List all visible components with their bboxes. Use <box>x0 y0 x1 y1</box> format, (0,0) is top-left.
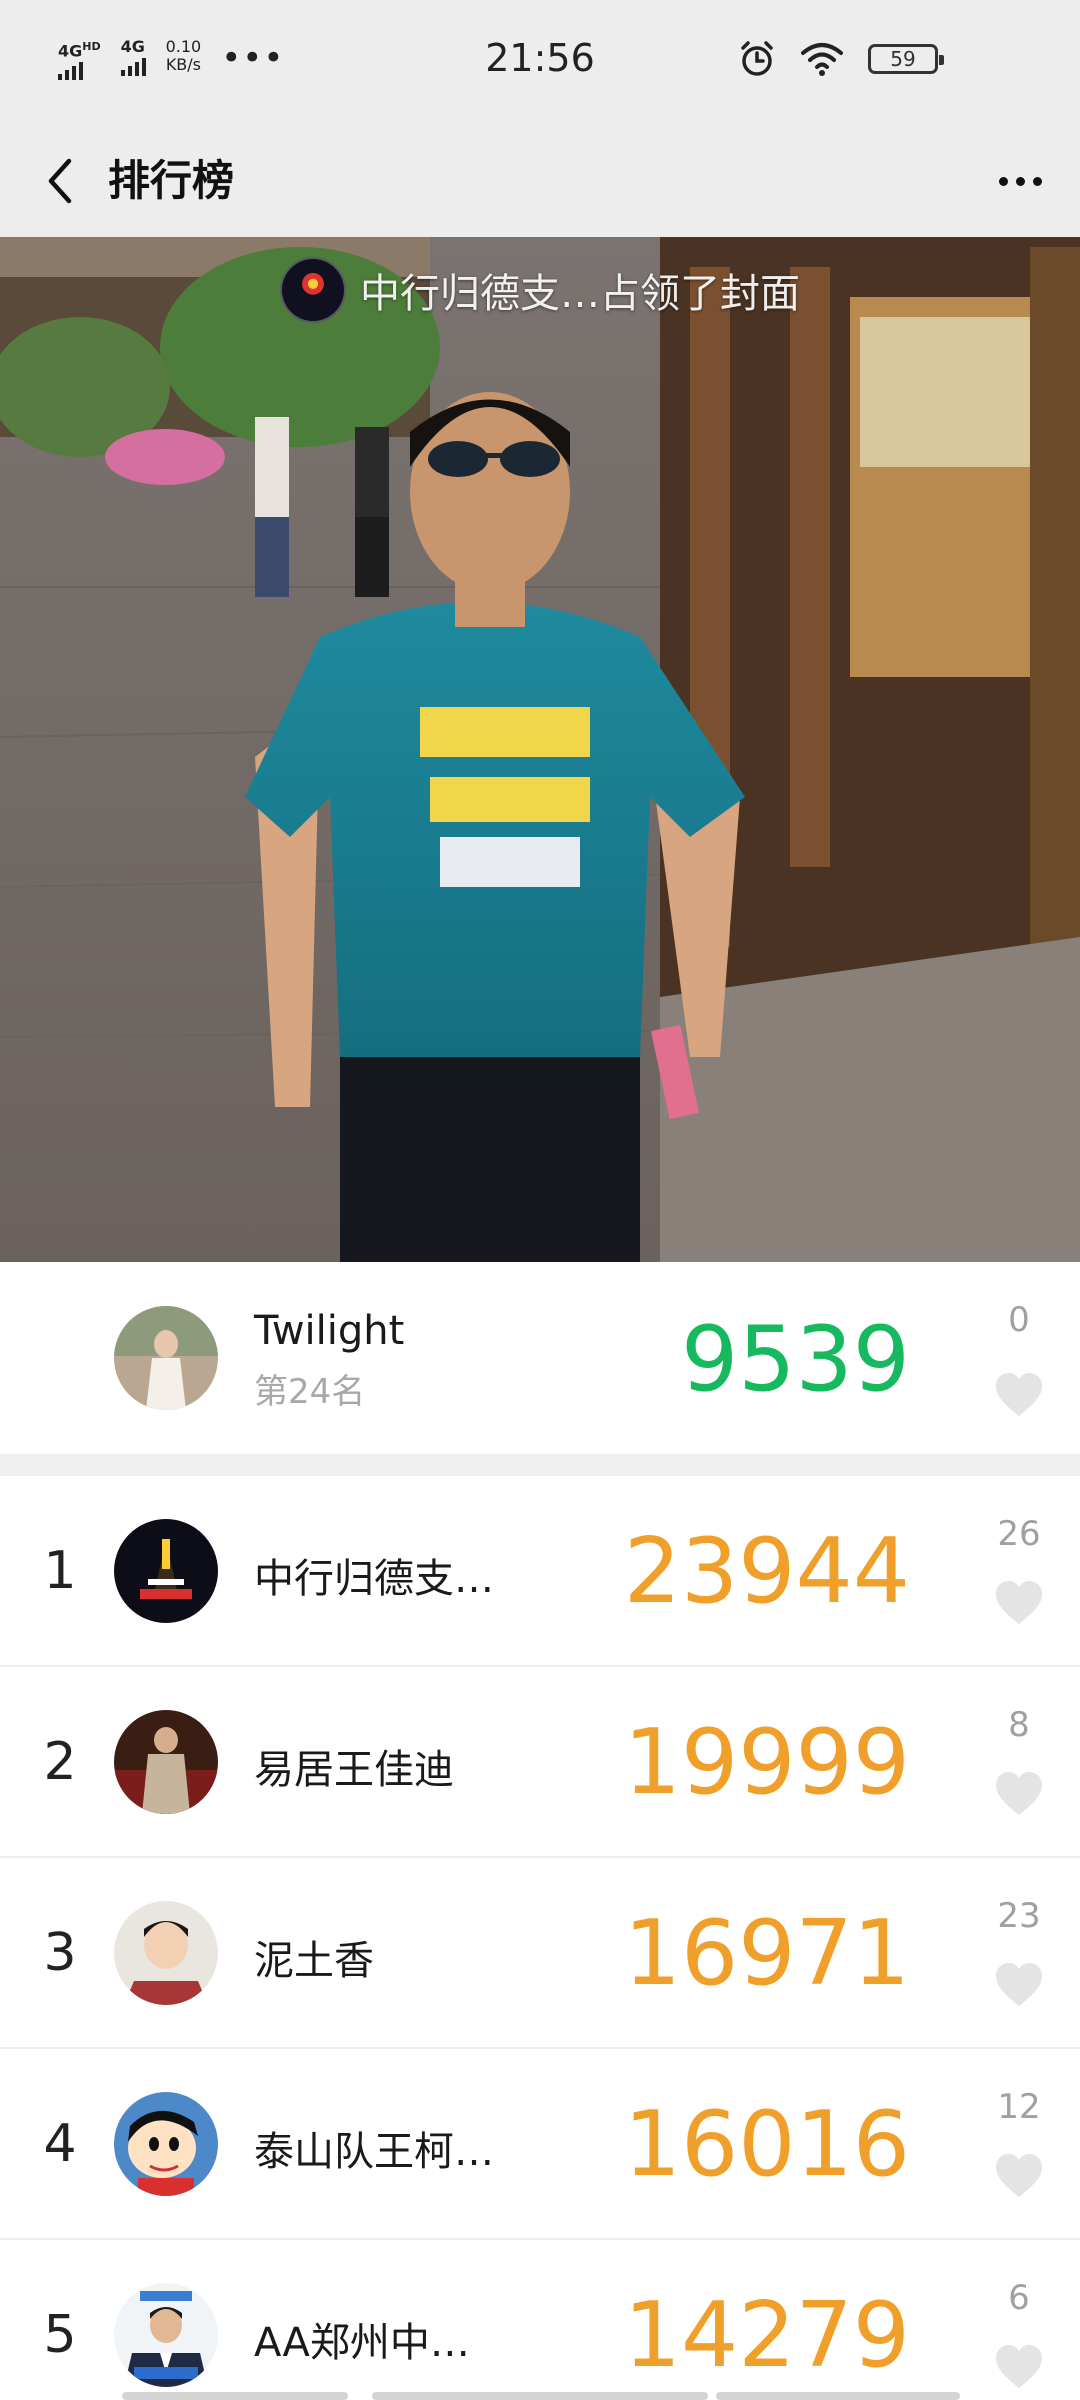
heart-icon[interactable] <box>994 1771 1044 1817</box>
battery-level: 59 <box>890 47 916 71</box>
list-item[interactable]: 5 AA郑州中… 14279 6 <box>0 2240 1080 2400</box>
user-steps: 14279 <box>623 2283 910 2388</box>
heart-icon[interactable] <box>994 2153 1044 2199</box>
cover-owner-avatar <box>280 257 346 323</box>
avatar[interactable] <box>114 1306 218 1410</box>
chevron-left-icon <box>48 158 72 204</box>
nav-header: 排行榜 <box>0 125 1080 237</box>
likes-count: 12 <box>997 2087 1041 2127</box>
rank-number: 5 <box>43 2305 77 2365</box>
back-button[interactable] <box>30 151 90 211</box>
more-dots-icon <box>998 176 1008 186</box>
user-steps: 16971 <box>623 1901 910 2006</box>
heart-icon[interactable] <box>994 1962 1044 2008</box>
avatar-photo <box>114 1519 218 1623</box>
avatar[interactable] <box>114 1710 218 1814</box>
user-name: 易居王佳迪 <box>254 1747 454 1793</box>
bottom-bar-segment <box>372 2392 708 2400</box>
my-likes-count: 0 <box>1008 1300 1030 1340</box>
section-divider <box>0 1454 1080 1476</box>
user-name: 中行归德支… <box>254 1556 494 1602</box>
alarm-icon <box>741 41 773 76</box>
my-rank-row[interactable]: Twilight 第24名 9539 0 <box>0 1262 1080 1454</box>
avatar[interactable] <box>114 1519 218 1623</box>
my-name: Twilight <box>254 1308 405 1354</box>
rank-number: 4 <box>43 2114 77 2174</box>
user-steps: 23944 <box>623 1519 910 1624</box>
bottom-bar-segment <box>122 2392 348 2400</box>
status-icons: 59 <box>738 40 944 78</box>
wifi-icon <box>801 43 843 76</box>
avatar[interactable] <box>114 1901 218 2005</box>
avatar-photo <box>114 2092 218 2196</box>
cover-photo <box>0 237 1080 1262</box>
rank-number: 3 <box>43 1923 77 1983</box>
likes-count: 8 <box>1008 1705 1030 1745</box>
user-name: 泰山队王柯… <box>254 2129 494 2175</box>
user-name: AA郑州中… <box>254 2320 470 2366</box>
status-bar: 4GHD 4G 0.10 KB/s ••• 21:56 59 <box>0 0 1080 125</box>
my-rank-label: 第24名 <box>254 1372 366 1412</box>
likes-count: 6 <box>1008 2278 1030 2318</box>
likes-count: 23 <box>997 1896 1041 1936</box>
page-title: 排行榜 <box>108 156 235 205</box>
battery-icon: 59 <box>868 44 944 74</box>
heart-icon[interactable] <box>994 2344 1044 2390</box>
avatar-photo <box>114 2283 218 2387</box>
avatar-photo <box>114 1901 218 2005</box>
avatar-photo <box>114 1306 218 1410</box>
list-item[interactable]: 2 易居王佳迪 19999 8 <box>0 1667 1080 1858</box>
rank-number: 1 <box>43 1541 77 1601</box>
rank-number: 2 <box>43 1732 77 1792</box>
list-item[interactable]: 3 泥土香 16971 23 <box>0 1858 1080 2049</box>
user-steps: 19999 <box>623 1710 910 1815</box>
cover-owner-banner[interactable]: 中行归德支…占领了封面 <box>0 257 1080 323</box>
likes-count: 26 <box>997 1514 1041 1554</box>
more-button[interactable] <box>988 151 1052 211</box>
avatar[interactable] <box>114 2092 218 2196</box>
user-name: 泥土香 <box>254 1938 374 1984</box>
list-item[interactable]: 1 中行归德支… 23944 26 <box>0 1476 1080 1667</box>
avatar-photo <box>114 1710 218 1814</box>
heart-icon[interactable] <box>994 1580 1044 1626</box>
list-item[interactable]: 4 泰山队王柯… 16016 12 <box>0 2049 1080 2240</box>
bottom-bar-segment <box>716 2392 960 2400</box>
cover-owner-text: 中行归德支…占领了封面 <box>360 271 800 317</box>
cover-image[interactable]: 中行归德支…占领了封面 <box>0 237 1080 1262</box>
my-steps: 9539 <box>680 1307 910 1412</box>
user-steps: 16016 <box>623 2092 910 2197</box>
avatar[interactable] <box>114 2283 218 2387</box>
heart-icon[interactable] <box>994 1372 1044 1418</box>
